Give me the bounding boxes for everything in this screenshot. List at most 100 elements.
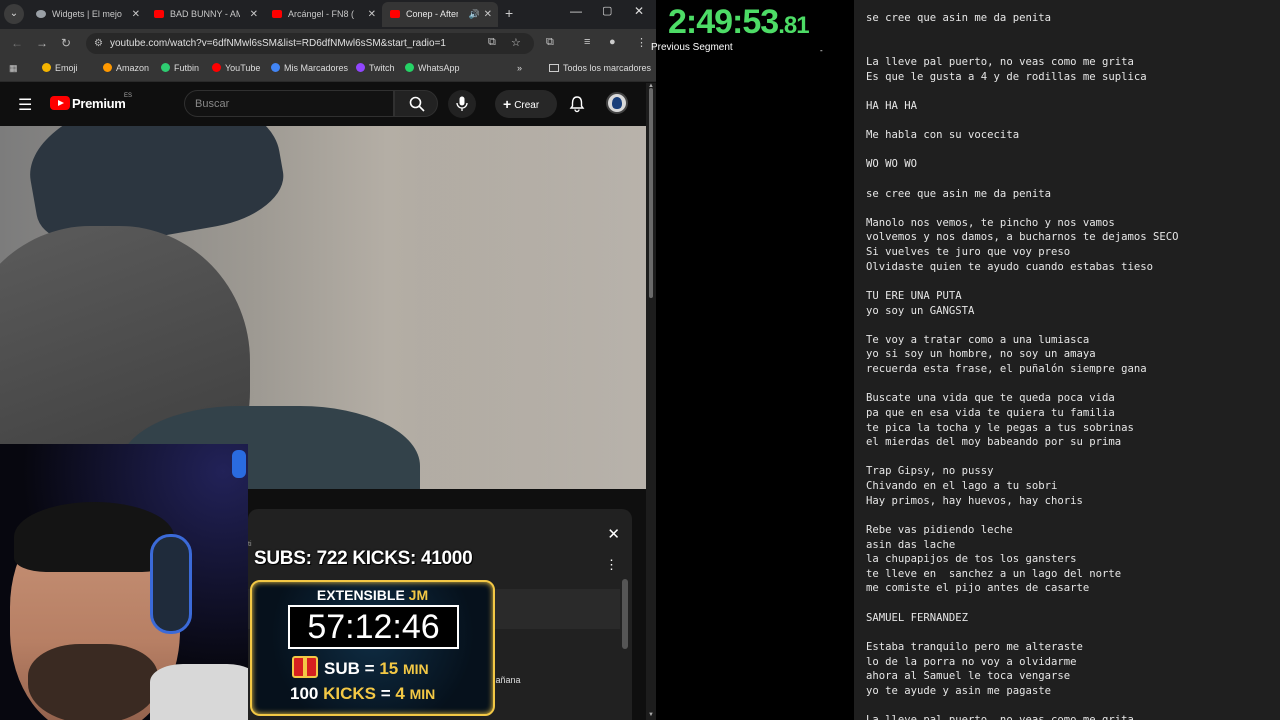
lyrics-line: el mierdas del moy babeando por su prima [866,436,1122,449]
more-options-icon[interactable]: ⋮ [605,557,618,573]
back-icon[interactable]: ← [11,36,23,50]
split-timer-display: 2:49:53.81 [668,3,810,42]
scrollbar-thumb[interactable] [649,88,653,298]
sub-rule: SUB = 15 MIN [292,656,429,679]
url-field[interactable]: ⚙ youtube.com/watch?v=6dfNMwl6sSM&list=R… [86,33,534,54]
lyrics-line: Chivando en el lago a tu sobri [866,480,1058,492]
lyrics-line: Hay primos, hay huevos, hay choris [866,494,1083,507]
youtube-icon [390,10,400,18]
close-icon[interactable]: ✕ [368,2,376,27]
lyrics-line [866,698,1179,713]
lyrics-line [866,274,1179,289]
lyrics-line [866,377,1179,392]
close-icon[interactable]: ✕ [250,2,258,27]
scroll-down-icon[interactable]: ▼ [648,712,654,718]
address-bar: ← → ↻ ⚙ youtube.com/watch?v=6dfNMwl6sSM&… [0,29,656,58]
close-window-icon[interactable]: ✕ [634,4,644,18]
apps-grid-icon[interactable]: ▦ [9,63,18,74]
forward-icon[interactable]: → [36,36,48,50]
tab-search-button[interactable]: ⌄ [4,4,24,24]
bookmark-label: Amazon [116,63,150,73]
all-bookmarks-folder[interactable]: Todos los marcadores [549,63,651,73]
bookmark-twitch[interactable]: Twitch [356,63,395,73]
timer-title-gold: JM [408,587,429,603]
all-bookmarks-label: Todos los marcadores [563,63,652,73]
reload-icon[interactable]: ↻ [61,36,71,50]
lyrics-line: La lleve pal puerto, no veas como me gri… [866,55,1134,68]
tab-widgets[interactable]: Widgets | El mejor ✕ [28,2,146,27]
lyrics-line: La lleve pal puerto, no veas como me gri… [866,714,1134,720]
plus-icon: + [503,96,512,112]
lyrics-line: te lleve en sanchez a un lago del norte [866,567,1122,580]
bookmark-futbin[interactable]: Futbin [161,63,199,73]
install-icon[interactable]: ⧉ [488,36,496,49]
lyrics-line: Estaba tranquilo pero me alteraste [866,640,1083,653]
kicks-rule: 100 KICKS = 4 MIN [290,684,435,704]
voice-search-button[interactable] [448,90,476,118]
whatsapp-icon [405,63,414,72]
kicks-rule-value: 4 [395,684,405,703]
tab-label: BAD BUNNY - AM [170,9,240,19]
page-scrollbar[interactable]: ▲ ▼ [646,83,656,720]
youtube-logo-icon[interactable] [50,96,70,110]
sub-rule-unit: MIN [402,661,429,677]
bookmark-star-icon[interactable]: ☆ [511,36,521,49]
lyrics-line: Me habla con su vocecita [866,129,1020,141]
youtube-premium-logo[interactable]: Premium [72,96,126,111]
extensions-icon[interactable]: ⧉ [546,36,554,49]
avatar[interactable] [606,92,628,114]
gift-icon [292,656,318,678]
more-bookmarks-button[interactable]: » [517,63,522,73]
lyrics-line: te pica la tocha y le pegas a tus sobrin… [866,421,1134,434]
search-icon [409,96,425,112]
split-time-main: 2:49:53 [668,3,779,41]
region-code: ES [124,93,133,99]
bookmark-emoji[interactable]: Emoji [42,63,78,73]
youtube-header: ☰ Premium ES Buscar + Crear [0,83,646,126]
notifications-bell-icon[interactable] [568,95,586,113]
panel-scrollbar[interactable] [622,579,628,649]
speaker-icon[interactable]: 🔊 [469,2,480,27]
bookmark-whatsapp[interactable]: WhatsApp [405,63,460,73]
folder-icon [549,64,559,72]
neon-sign [232,450,246,478]
close-icon[interactable]: ✕ [607,525,620,543]
create-button[interactable]: + Crear [495,90,557,118]
menu-dots-icon[interactable]: ⋮ [636,36,647,49]
lyrics-line: Te voy a tratar como a una lumiasca [866,333,1090,346]
bookmark-mis-marcadores[interactable]: Mis Marcadores [271,63,348,73]
lyrics-line [866,318,1179,333]
lyrics-text: se cree que asin me da penita La lleve pa… [866,11,1179,720]
new-tab-button[interactable]: + [505,5,513,21]
site-info-icon[interactable]: ⚙ [94,33,103,54]
lyrics-line: se cree que asin me da penita [866,187,1051,200]
profile-icon[interactable]: ● [609,36,616,48]
tab-arcangel[interactable]: Arcángel - FN8 ( ✕ [264,2,382,27]
maximize-icon[interactable]: ▢ [602,4,612,17]
lyrics-editor[interactable]: se cree que asin me da penita La lleve pa… [854,0,1280,720]
tab-bad-bunny[interactable]: BAD BUNNY - AM ✕ [146,2,264,27]
timer-title: EXTENSIBLE JM [252,587,493,603]
globe-icon [271,63,280,72]
lyrics-line [866,113,1179,128]
lyrics-line [866,26,1179,41]
timer-clock: 57:12:46 [288,605,459,649]
microphone-icon [456,96,468,111]
lyrics-line: la chupapijos de tos los gansters [866,553,1077,566]
close-icon[interactable]: ✕ [484,2,492,27]
media-icon[interactable]: ≡ [584,36,590,48]
headset [150,534,192,634]
bookmark-youtube[interactable]: YouTube [212,63,260,73]
lyrics-line: yo te ayude y asin me pagaste [866,684,1051,697]
tab-conep-active[interactable]: Conep - After 🔊 ✕ [382,2,498,27]
search-placeholder: Buscar [195,98,230,110]
previous-segment-value: - [820,46,823,55]
search-button[interactable] [394,90,438,117]
bookmark-amazon[interactable]: Amazon [103,63,149,73]
video-player[interactable] [0,126,646,489]
youtube-icon [272,10,282,18]
close-icon[interactable]: ✕ [132,2,140,27]
minimize-icon[interactable]: — [570,4,582,18]
hamburger-menu-icon[interactable]: ☰ [18,95,32,115]
search-input[interactable]: Buscar [184,90,394,117]
